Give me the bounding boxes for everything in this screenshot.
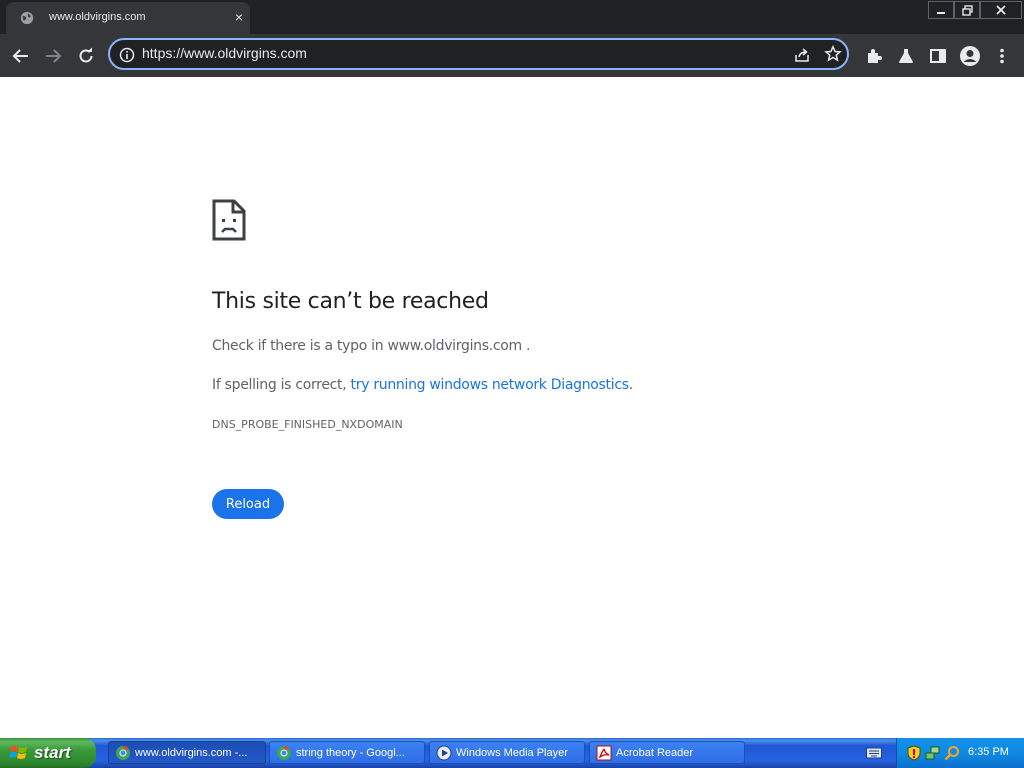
refresh-icon [79,47,93,63]
restore-button[interactable] [954,1,980,19]
extensions-button[interactable] [862,44,886,68]
browser-tab[interactable]: www.oldvirgins.com × [6,2,250,34]
acrobat-icon [596,745,612,760]
browser-toolbar: https://www.oldvirgins.com [0,34,1024,77]
network-icon[interactable] [925,745,941,761]
system-tray: 6:35 PM [896,738,1024,768]
typo-hint-prefix: Check if there is a typo in [212,338,388,354]
restore-icon [961,4,973,16]
kebab-menu-icon [1000,48,1004,64]
url-text[interactable]: https://www.oldvirgins.com [142,45,307,61]
typo-hint: Check if there is a typo in www.oldvirgi… [212,338,530,354]
reload-button[interactable]: Reload [212,489,284,519]
clock[interactable]: 6:35 PM [968,746,1009,758]
share-icon[interactable] [793,46,811,64]
close-icon [996,5,1006,15]
close-window-button[interactable] [980,1,1022,19]
tab-close-button[interactable]: × [230,8,248,26]
error-heading: This site can’t be reached [212,289,489,314]
puzzle-icon [868,49,882,63]
bookmark-star-icon[interactable] [824,45,842,63]
taskbar-item-label: Acrobat Reader [616,746,694,759]
tab-strip: www.oldvirgins.com × [0,0,1024,34]
labs-button[interactable] [894,44,918,68]
taskbar: start www.oldvirgins.com -... string the… [0,738,1024,768]
taskbar-item-label: Windows Media Player [456,746,568,759]
menu-button[interactable] [990,44,1014,68]
taskbar-item-acrobat[interactable]: Acrobat Reader [589,741,745,764]
taskbar-item-media-player[interactable]: Windows Media Player [429,741,585,764]
tab-title: www.oldvirgins.com [49,11,146,23]
error-code: DNS_PROBE_FINISHED_NXDOMAIN [212,418,403,431]
back-button[interactable] [9,44,33,68]
diagnostics-hint-suffix: . [628,377,633,393]
info-icon[interactable] [119,47,135,63]
taskbar-item-string-theory[interactable]: string theory - Googl... [269,741,425,764]
address-bar[interactable]: https://www.oldvirgins.com [108,38,849,70]
diagnostics-hint: If spelling is correct, try running wind… [212,377,633,393]
taskbar-item-label: www.oldvirgins.com -... [135,746,248,759]
media-player-icon [436,745,452,760]
typo-hint-host: www.oldvirgins.com [387,338,522,354]
profile-button[interactable] [958,44,982,68]
windows-logo-icon [9,746,27,759]
chrome-icon [277,745,291,760]
typo-hint-suffix: . [521,338,531,354]
chrome-icon [116,745,130,760]
taskbar-item-label: string theory - Googl... [296,746,405,759]
diagnostics-link[interactable]: try running windows network Diagnostics [351,377,629,393]
search-icon[interactable] [944,745,960,761]
flask-icon [899,49,913,63]
diagnostics-hint-prefix: If spelling is correct, [212,377,351,393]
taskbar-item-oldvirgins[interactable]: www.oldvirgins.com -... [108,741,266,764]
error-page: This site can’t be reached Check if ther… [0,77,1024,738]
avatar-icon [960,46,980,66]
arrow-left-icon [12,49,28,63]
globe-icon [20,11,34,25]
start-label: start [34,743,71,762]
forward-button[interactable] [41,44,65,68]
sad-document-icon [212,199,246,241]
keyboard-icon[interactable] [866,746,882,760]
start-button[interactable]: start [0,738,96,768]
minimize-icon [937,12,945,14]
minimize-button[interactable] [928,1,954,19]
arrow-right-icon [46,49,62,63]
side-panel-button[interactable] [926,44,950,68]
reload-toolbar-button[interactable] [74,44,98,68]
side-panel-icon [930,49,946,63]
security-shield-icon[interactable] [907,745,921,761]
